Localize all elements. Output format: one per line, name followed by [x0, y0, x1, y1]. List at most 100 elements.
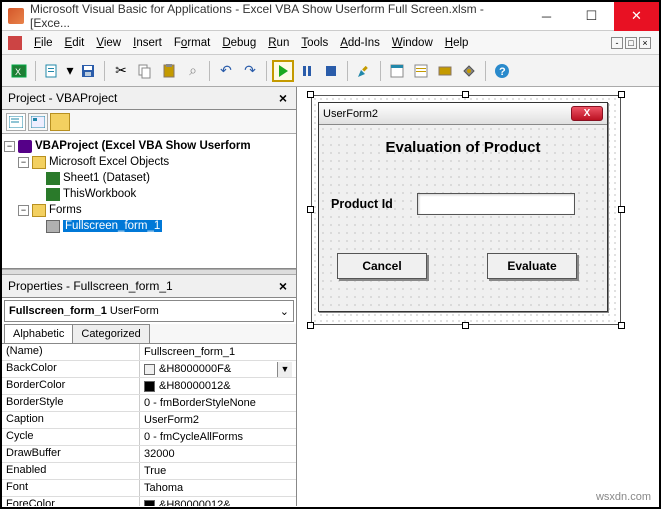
- tree-sheet1[interactable]: Sheet1 (Dataset): [63, 172, 150, 184]
- resize-handle[interactable]: [618, 206, 625, 213]
- design-mode-icon[interactable]: [353, 60, 375, 82]
- properties-window-icon[interactable]: [410, 60, 432, 82]
- userform-window[interactable]: UserForm2 X Evaluation of Product Produc…: [318, 102, 608, 312]
- property-row[interactable]: FontTahoma: [2, 480, 296, 497]
- minimize-button[interactable]: ─: [524, 2, 569, 31]
- project-root-label[interactable]: VBAProject (Excel VBA Show Userform: [35, 140, 251, 152]
- property-name: Font: [2, 480, 140, 496]
- property-row[interactable]: DrawBuffer32000: [2, 446, 296, 463]
- menu-format[interactable]: Format: [168, 35, 216, 51]
- mdi-restore-icon[interactable]: □: [625, 37, 637, 49]
- menu-window[interactable]: Window: [386, 35, 439, 51]
- menu-debug[interactable]: Debug: [216, 35, 262, 51]
- resize-handle[interactable]: [307, 322, 314, 329]
- property-row[interactable]: CaptionUserForm2: [2, 412, 296, 429]
- properties-grid[interactable]: (Name)Fullscreen_form_1BackColor&H800000…: [2, 344, 296, 506]
- redo-icon[interactable]: ↷: [239, 60, 261, 82]
- property-value[interactable]: Tahoma: [140, 480, 296, 496]
- property-value[interactable]: &H80000012&: [140, 378, 296, 394]
- properties-panel-close-icon[interactable]: ×: [276, 278, 290, 294]
- form-designer-area[interactable]: UserForm2 X Evaluation of Product Produc…: [297, 87, 659, 506]
- property-row[interactable]: BackColor&H8000000F&▼: [2, 361, 296, 378]
- copy-icon[interactable]: [134, 60, 156, 82]
- close-button[interactable]: ✕: [614, 2, 659, 31]
- paste-icon[interactable]: [158, 60, 180, 82]
- toggle-folders-icon[interactable]: [50, 113, 70, 131]
- menu-help[interactable]: Help: [439, 35, 475, 51]
- mdi-minimize-icon[interactable]: -: [611, 37, 623, 49]
- undo-icon[interactable]: ↶: [215, 60, 237, 82]
- menu-addins[interactable]: Add-Ins: [334, 35, 386, 51]
- tab-alphabetic[interactable]: Alphabetic: [4, 324, 73, 343]
- collapse-icon[interactable]: −: [4, 141, 15, 152]
- project-explorer-icon[interactable]: [386, 60, 408, 82]
- collapse-icon[interactable]: −: [18, 157, 29, 168]
- property-value[interactable]: UserForm2: [140, 412, 296, 428]
- system-icon[interactable]: [8, 36, 22, 50]
- property-name: (Name): [2, 344, 140, 360]
- product-id-input[interactable]: [417, 193, 575, 215]
- product-id-label: Product Id: [331, 197, 393, 211]
- toolbox-icon[interactable]: [458, 60, 480, 82]
- reset-icon[interactable]: [320, 60, 342, 82]
- view-excel-icon[interactable]: X: [8, 60, 30, 82]
- cancel-button[interactable]: Cancel: [337, 253, 427, 279]
- resize-handle[interactable]: [618, 91, 625, 98]
- property-row[interactable]: BorderColor&H80000012&: [2, 378, 296, 395]
- property-value[interactable]: True: [140, 463, 296, 479]
- save-icon[interactable]: [77, 60, 99, 82]
- mdi-close-icon[interactable]: ×: [639, 37, 651, 49]
- view-code-icon[interactable]: [6, 113, 26, 131]
- properties-object-combo[interactable]: Fullscreen_form_1 UserForm ⌄: [4, 300, 294, 322]
- project-tree[interactable]: −VBAProject (Excel VBA Show Userform −Mi…: [2, 134, 296, 269]
- dropdown-icon[interactable]: ▼: [277, 362, 292, 377]
- property-value[interactable]: 32000: [140, 446, 296, 462]
- userform-close-icon[interactable]: X: [571, 106, 603, 121]
- break-icon[interactable]: [296, 60, 318, 82]
- combo-object-name: Fullscreen_form_1: [9, 305, 107, 317]
- evaluate-button[interactable]: Evaluate: [487, 253, 577, 279]
- help-icon[interactable]: ?: [491, 60, 513, 82]
- menu-run[interactable]: Run: [262, 35, 295, 51]
- resize-handle[interactable]: [462, 91, 469, 98]
- menu-view[interactable]: View: [90, 35, 127, 51]
- properties-tabs: Alphabetic Categorized: [2, 324, 296, 344]
- property-row[interactable]: Cycle0 - fmCycleAllForms: [2, 429, 296, 446]
- property-value[interactable]: &H8000000F&▼: [140, 361, 296, 377]
- tab-categorized[interactable]: Categorized: [72, 324, 149, 343]
- excel-objects-folder[interactable]: Microsoft Excel Objects: [49, 156, 169, 168]
- menu-tools[interactable]: Tools: [295, 35, 334, 51]
- resize-handle[interactable]: [618, 322, 625, 329]
- color-swatch: [144, 500, 155, 507]
- collapse-icon[interactable]: −: [18, 205, 29, 216]
- project-panel-close-icon[interactable]: ×: [276, 90, 290, 106]
- property-row[interactable]: EnabledTrue: [2, 463, 296, 480]
- cut-icon[interactable]: ✂: [110, 60, 132, 82]
- menu-file[interactable]: File: [28, 35, 59, 51]
- insert-icon[interactable]: [41, 60, 63, 82]
- run-icon[interactable]: [272, 60, 294, 82]
- insert-dropdown-icon[interactable]: ▾: [65, 60, 75, 82]
- resize-handle[interactable]: [307, 206, 314, 213]
- app-icon: [8, 8, 24, 24]
- property-row[interactable]: BorderStyle0 - fmBorderStyleNone: [2, 395, 296, 412]
- resize-handle[interactable]: [462, 322, 469, 329]
- menu-insert[interactable]: Insert: [127, 35, 168, 51]
- menu-edit[interactable]: Edit: [59, 35, 91, 51]
- property-value[interactable]: &H80000012&: [140, 497, 296, 506]
- property-value[interactable]: 0 - fmCycleAllForms: [140, 429, 296, 445]
- forms-folder[interactable]: Forms: [49, 204, 82, 216]
- resize-handle[interactable]: [307, 91, 314, 98]
- userform-titlebar[interactable]: UserForm2 X: [319, 103, 607, 125]
- tree-thisworkbook[interactable]: ThisWorkbook: [63, 188, 136, 200]
- property-row[interactable]: (Name)Fullscreen_form_1: [2, 344, 296, 361]
- chevron-down-icon[interactable]: ⌄: [280, 305, 289, 318]
- maximize-button[interactable]: ☐: [569, 2, 614, 31]
- find-icon[interactable]: ⌕: [182, 60, 204, 82]
- property-value[interactable]: 0 - fmBorderStyleNone: [140, 395, 296, 411]
- view-object-icon[interactable]: [28, 113, 48, 131]
- tree-form-item[interactable]: Fullscreen_form_1: [63, 220, 162, 232]
- property-value[interactable]: Fullscreen_form_1: [140, 344, 296, 360]
- object-browser-icon[interactable]: [434, 60, 456, 82]
- property-row[interactable]: ForeColor&H80000012&: [2, 497, 296, 506]
